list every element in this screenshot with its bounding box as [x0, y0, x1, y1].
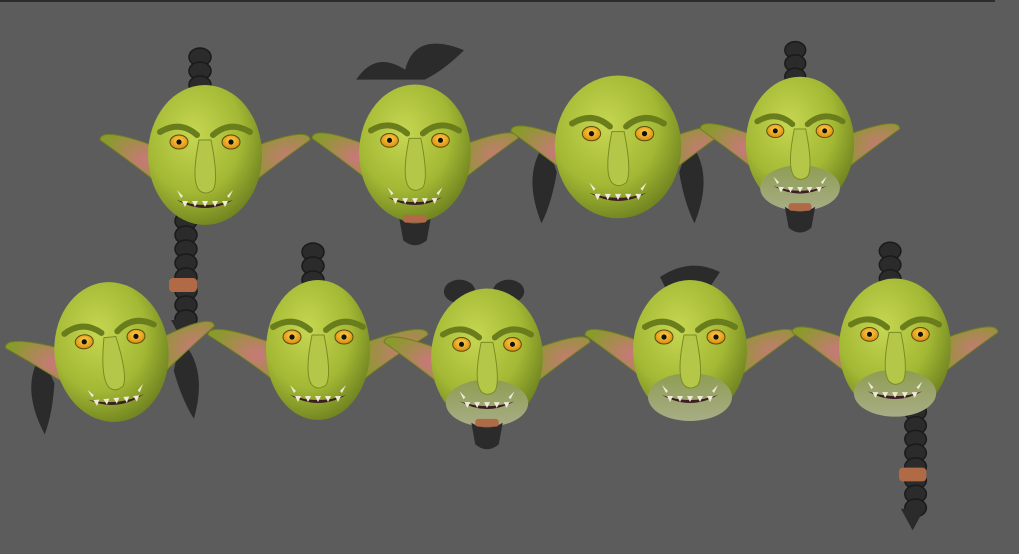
goblin-head-2 [311, 43, 519, 246]
goblin-head-4 [699, 40, 901, 233]
goblin-head-6 [207, 242, 429, 420]
scene-viewport [0, 0, 1019, 554]
goblin-head-8 [584, 265, 796, 421]
goblin-heads-render [4, 40, 999, 531]
goblin-head-9 [791, 241, 999, 531]
goblin-head-3 [510, 75, 726, 224]
goblin-head-7 [383, 279, 591, 450]
